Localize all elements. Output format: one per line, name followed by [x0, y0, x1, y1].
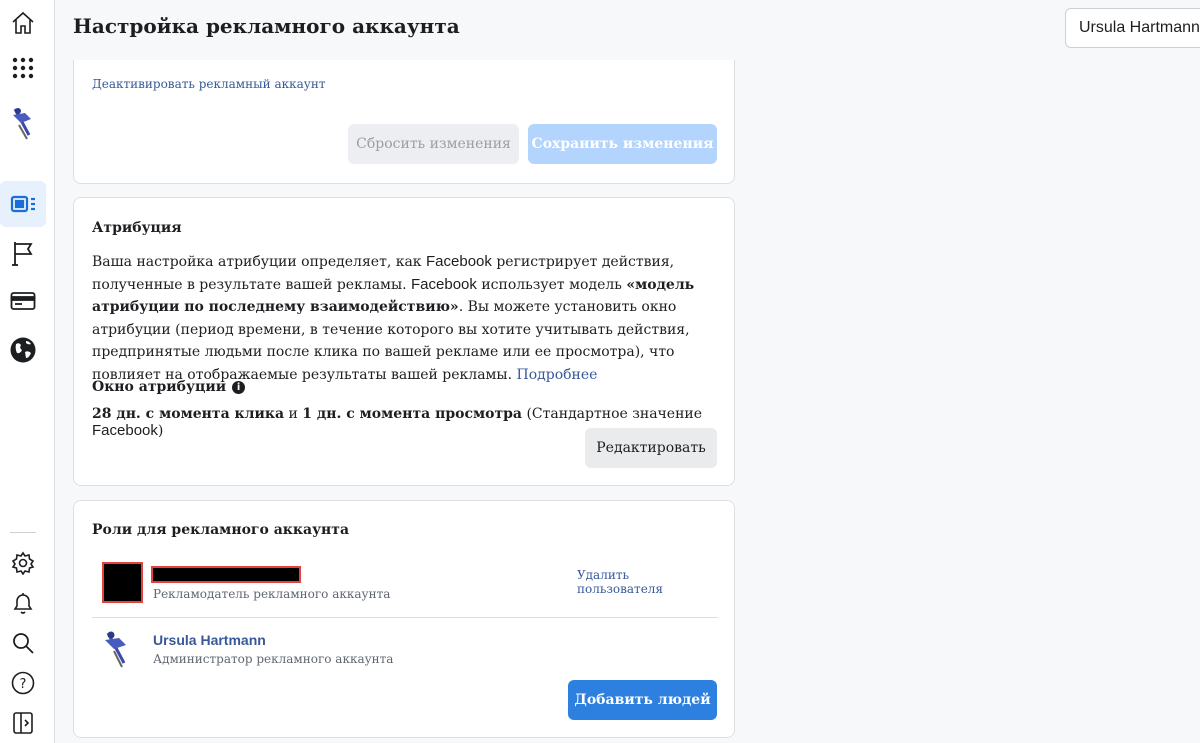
- roles-heading: Роли для рекламного аккаунта: [92, 522, 350, 538]
- reset-changes-button[interactable]: Сбросить изменения: [348, 124, 519, 164]
- collapse-panel-icon[interactable]: [0, 700, 46, 743]
- profile-avatar-icon[interactable]: [0, 100, 46, 146]
- attribution-card: Атрибуция Ваша настройка атрибуции опред…: [73, 197, 735, 486]
- info-icon[interactable]: i: [232, 380, 246, 394]
- brand-name: Facebook: [426, 253, 492, 270]
- svg-text:?: ?: [20, 677, 27, 692]
- row-divider: [92, 617, 718, 618]
- attribution-text: Ваша настройка атрибуции определяет, как: [92, 254, 427, 270]
- edit-attribution-button[interactable]: Редактировать: [585, 428, 717, 468]
- apps-grid-icon[interactable]: [0, 45, 46, 91]
- add-people-button[interactable]: Добавить людей: [568, 680, 717, 720]
- account-roles-card: Роли для рекламного аккаунта Рекламодате…: [73, 500, 735, 738]
- ads-manager-icon[interactable]: [0, 181, 46, 227]
- click-window: 28 дн. с момента клика: [92, 406, 285, 422]
- left-sidebar: ?: [0, 0, 55, 743]
- role-row: Рекламодатель рекламного аккаунта Удалит…: [92, 559, 718, 619]
- globe-icon[interactable]: [0, 327, 46, 373]
- attribution-heading: Атрибуция: [92, 220, 182, 236]
- user-role: Администратор рекламного аккаунта: [153, 652, 394, 666]
- home-icon[interactable]: [0, 0, 46, 46]
- learn-more-link[interactable]: Подробнее: [516, 367, 597, 383]
- pages-flag-icon[interactable]: [0, 230, 46, 276]
- billing-card-icon[interactable]: [0, 278, 46, 324]
- redacted-user-name[interactable]: [151, 566, 301, 583]
- deactivate-account-link[interactable]: Деактивировать рекламный аккаунт: [92, 77, 325, 91]
- attribution-text: использует модель: [476, 276, 627, 293]
- brand-name: Facebook: [92, 422, 158, 439]
- attribution-window-heading: Окно атрибуции i: [92, 379, 246, 395]
- role-row: Ursula Hartmann Администратор рекламного…: [92, 627, 718, 677]
- save-changes-button[interactable]: Сохранить изменения: [528, 124, 717, 164]
- brand-name: Facebook: [411, 275, 477, 293]
- and-text: и: [284, 406, 303, 422]
- attribution-window-label: Окно атрибуции: [92, 379, 227, 395]
- page-title: Настройка рекламного аккаунта: [73, 14, 460, 38]
- sidebar-divider: [10, 532, 36, 533]
- attribution-description: Ваша настройка атрибуции определяет, как…: [92, 251, 722, 386]
- account-settings-card: Деактивировать рекламный аккаунт Сбросит…: [73, 60, 735, 184]
- user-role: Рекламодатель рекламного аккаунта: [153, 587, 391, 601]
- remove-user-link[interactable]: Удалить пользователя: [577, 568, 718, 596]
- account-user-button[interactable]: Ursula Hartmann: [1065, 8, 1200, 48]
- default-text: (Стандартное значение: [522, 406, 703, 422]
- default-text: ): [157, 423, 164, 439]
- view-window: 1 дн. с момента просмотра: [302, 406, 523, 422]
- user-avatar: [102, 562, 143, 603]
- user-avatar: [102, 629, 134, 669]
- user-name-link[interactable]: Ursula Hartmann: [153, 632, 266, 648]
